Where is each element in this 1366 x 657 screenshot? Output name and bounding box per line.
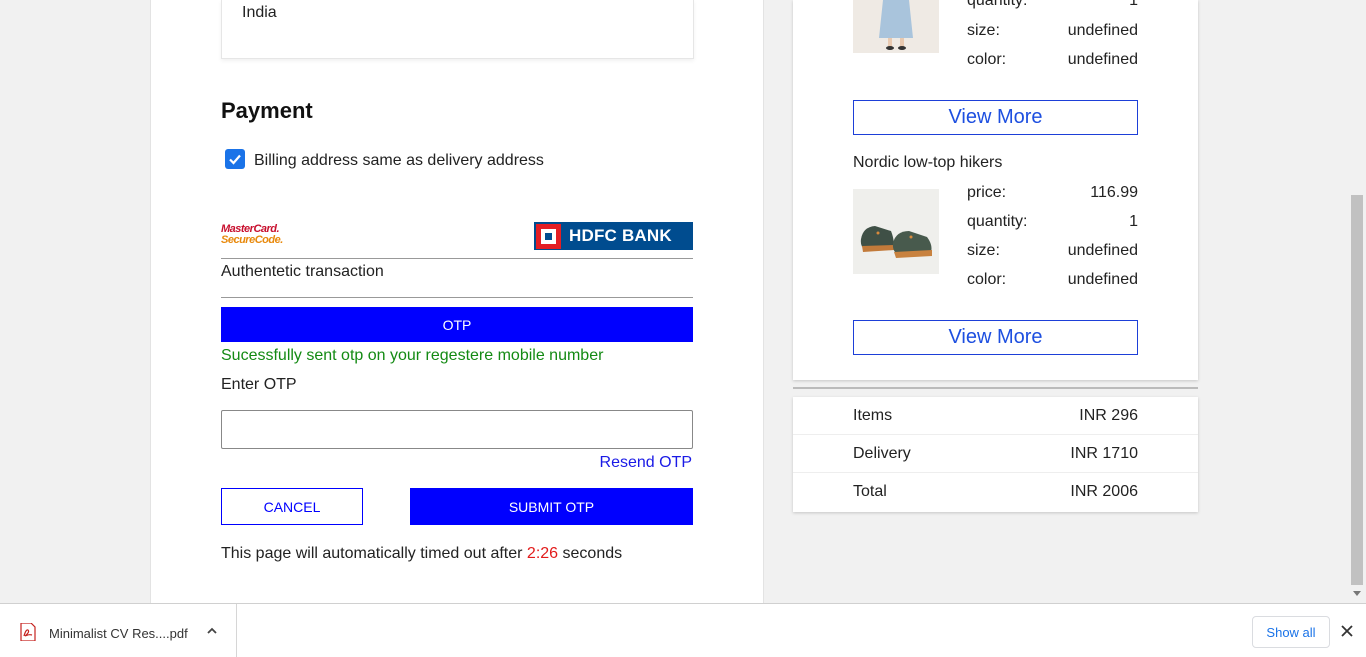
billing-same-row[interactable]: Billing address same as delivery address xyxy=(225,148,544,170)
summary-row-total: Total INR 2006 xyxy=(853,483,1138,500)
spec-row: size: undefined xyxy=(967,22,1138,39)
product-image xyxy=(853,0,939,53)
auth-text: Authentetic transaction xyxy=(221,263,384,280)
cancel-button[interactable]: CANCEL xyxy=(221,488,363,525)
otp-success-message: Sucessfully sent otp on your regestere m… xyxy=(221,347,604,364)
divider xyxy=(221,258,693,259)
scroll-down-icon[interactable] xyxy=(1353,591,1361,596)
otp-input[interactable] xyxy=(221,410,693,449)
mastercard-securecode-logo: MasterCard. SecureCode. xyxy=(221,223,283,246)
divider xyxy=(221,297,693,298)
download-shelf: Minimalist CV Res....pdf Show all xyxy=(0,603,1366,657)
product-name: Nordic low-top hikers xyxy=(853,154,1003,171)
order-summary-card: Items INR 296 Delivery INR 1710 Total INR 2… xyxy=(793,397,1198,512)
enter-otp-label: Enter OTP xyxy=(221,376,297,393)
spec-row: price: 116.99 xyxy=(967,184,1138,201)
summary-row-items: Items INR 296 xyxy=(793,397,1198,435)
hdfc-bank-logo: HDFC BANK xyxy=(534,222,693,250)
delivery-address-card: India xyxy=(221,0,694,59)
timeout-countdown: 2:26 xyxy=(526,545,559,562)
show-all-downloads-button[interactable]: Show all xyxy=(1252,616,1330,648)
checkmark-icon xyxy=(229,154,241,165)
resend-otp-link[interactable]: Resend OTP xyxy=(600,454,692,472)
pdf-file-icon xyxy=(20,623,36,641)
page-scrollbar[interactable] xyxy=(1349,0,1366,603)
product-image xyxy=(853,189,939,274)
cart-items-card: quantity: 1 size: undefined color: undefine… xyxy=(793,0,1198,380)
address-country: India xyxy=(242,4,277,21)
otp-header: OTP xyxy=(221,307,693,342)
spec-row: quantity: 1 xyxy=(967,213,1138,230)
scrollbar-thumb[interactable] xyxy=(1351,195,1363,585)
billing-same-label: Billing address same as delivery address xyxy=(254,152,544,169)
payment-title: Payment xyxy=(221,98,313,123)
view-more-button[interactable]: View More xyxy=(853,100,1138,135)
hdfc-emblem-icon xyxy=(536,223,561,249)
checkout-panel: India Payment Billing address same as de… xyxy=(150,0,764,603)
download-item[interactable]: Minimalist CV Res....pdf xyxy=(0,604,237,657)
divider xyxy=(793,387,1198,389)
spec-row: color: undefined xyxy=(967,51,1138,68)
close-icon[interactable] xyxy=(1340,624,1354,638)
download-file-name: Minimalist CV Res....pdf xyxy=(49,626,188,641)
view-more-button[interactable]: View More xyxy=(853,320,1138,355)
spec-row: color: undefined xyxy=(967,271,1138,288)
spec-row: size: undefined xyxy=(967,242,1138,259)
spec-row: quantity: 1 xyxy=(967,0,1138,9)
timeout-notice: This page will automatically timed out a… xyxy=(221,545,623,562)
billing-same-checkbox[interactable] xyxy=(225,149,245,169)
chevron-up-icon[interactable] xyxy=(204,624,220,638)
summary-row-delivery: Delivery INR 1710 xyxy=(793,435,1198,473)
submit-otp-button[interactable]: SUBMIT OTP xyxy=(410,488,693,525)
